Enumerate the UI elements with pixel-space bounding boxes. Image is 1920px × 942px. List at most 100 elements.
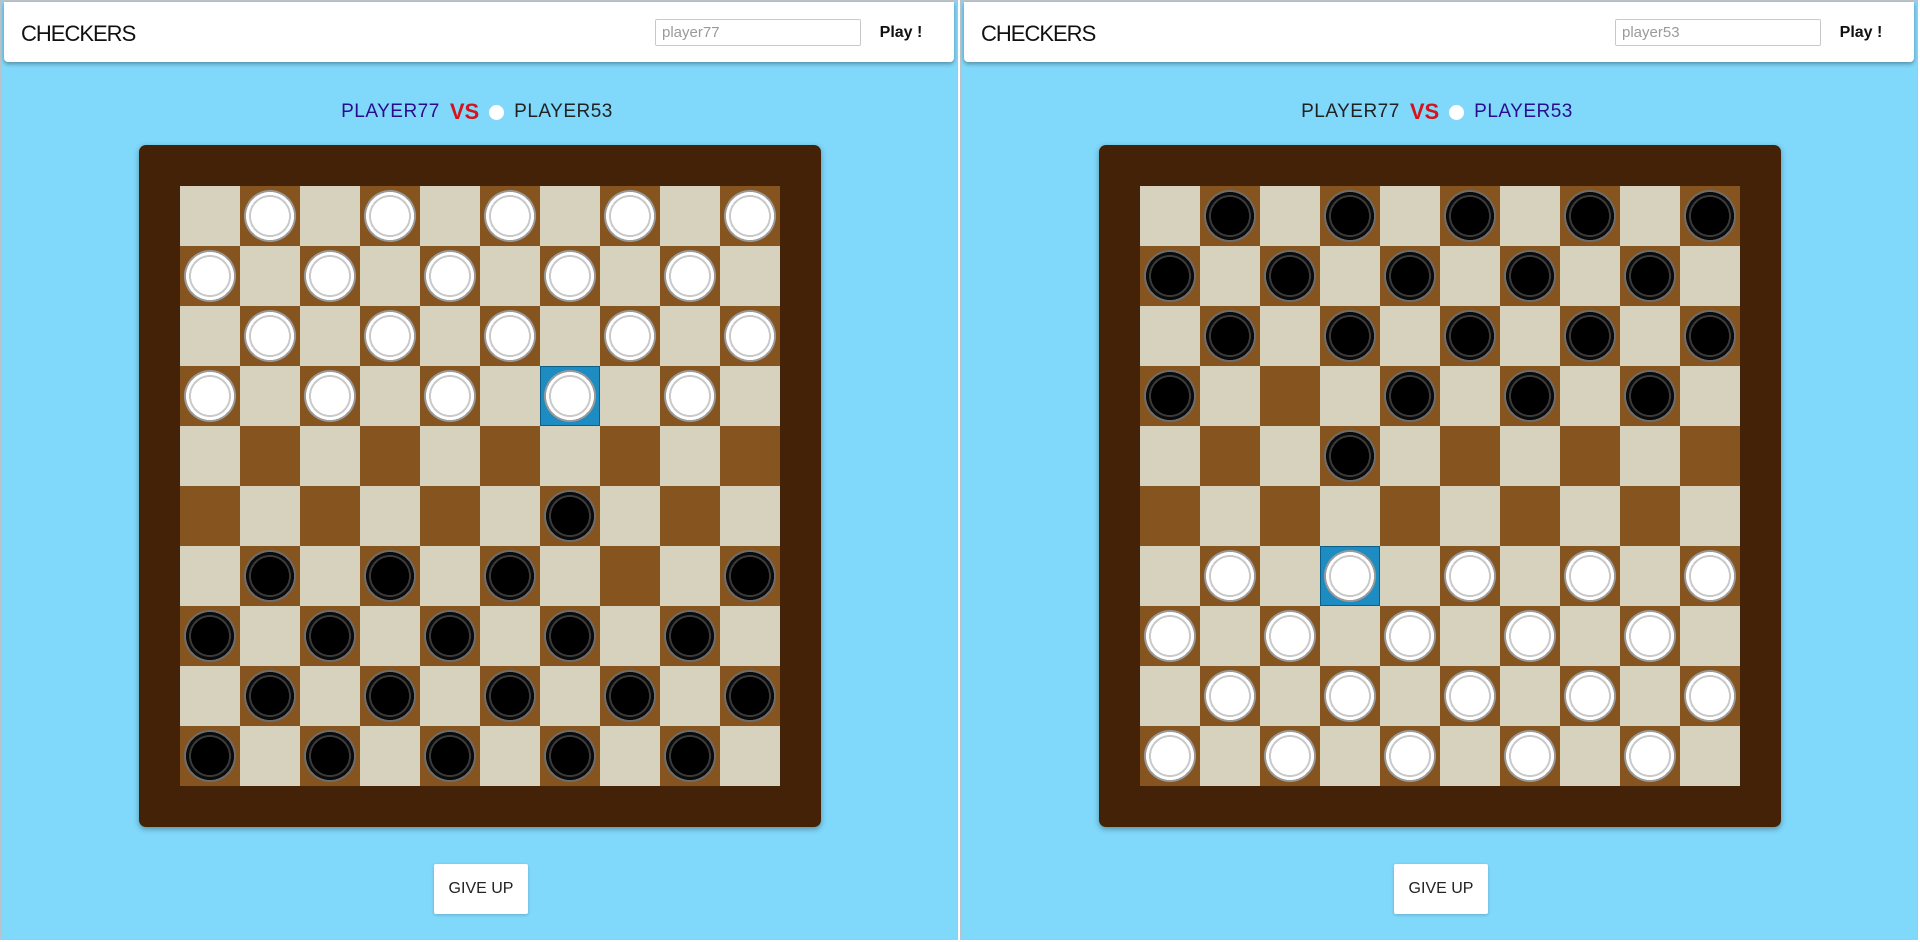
board-square[interactable] [1140,246,1200,306]
white-piece[interactable] [1384,730,1436,782]
black-piece[interactable] [724,670,776,722]
board-square[interactable] [1560,426,1620,486]
board-square[interactable] [1620,546,1680,606]
board-square[interactable] [1500,606,1560,666]
white-piece[interactable] [664,370,716,422]
white-piece[interactable] [424,250,476,302]
board-square[interactable] [180,186,240,246]
board-square[interactable] [1620,666,1680,726]
board-square[interactable] [1440,486,1500,546]
board-square[interactable] [420,426,480,486]
white-piece[interactable] [364,310,416,362]
board-square[interactable] [300,726,360,786]
board-square[interactable] [1440,606,1500,666]
board-square[interactable] [180,306,240,366]
board-square[interactable] [480,186,540,246]
board-square[interactable] [240,666,300,726]
white-piece[interactable] [484,310,536,362]
board-square[interactable] [600,186,660,246]
black-piece[interactable] [724,550,776,602]
board-square[interactable] [180,726,240,786]
black-piece[interactable] [1504,250,1556,302]
board-square[interactable] [180,486,240,546]
board-square[interactable] [480,606,540,666]
board-square[interactable] [720,426,780,486]
black-piece[interactable] [184,730,236,782]
white-piece[interactable] [1324,550,1376,602]
board-square[interactable] [1380,486,1440,546]
board-square[interactable] [1380,726,1440,786]
board-square[interactable] [1200,306,1260,366]
board-square[interactable] [1680,486,1740,546]
white-piece[interactable] [244,190,296,242]
board-square[interactable] [660,306,720,366]
board-square[interactable] [420,546,480,606]
board-square[interactable] [600,426,660,486]
board-square[interactable] [1200,486,1260,546]
white-piece[interactable] [1624,610,1676,662]
board-square[interactable] [600,606,660,666]
board-square[interactable] [300,486,360,546]
board-square[interactable] [420,366,480,426]
board-square[interactable] [180,606,240,666]
white-piece[interactable] [1684,670,1736,722]
board-square[interactable] [1380,426,1440,486]
board-square[interactable] [1560,726,1620,786]
board-square[interactable] [660,426,720,486]
board-square[interactable] [300,546,360,606]
black-piece[interactable] [664,610,716,662]
white-piece[interactable] [1204,670,1256,722]
board-square[interactable] [300,366,360,426]
board-square[interactable] [1680,606,1740,666]
board-square[interactable] [1680,246,1740,306]
board-square[interactable] [240,186,300,246]
white-piece[interactable] [1324,670,1376,722]
white-piece[interactable] [604,310,656,362]
board-square[interactable] [660,546,720,606]
board-square[interactable] [180,666,240,726]
board-square[interactable] [1500,426,1560,486]
board-square[interactable] [1260,186,1320,246]
board-square[interactable] [1380,606,1440,666]
board-square[interactable] [1320,726,1380,786]
board-square[interactable] [1440,186,1500,246]
white-piece[interactable] [184,370,236,422]
board-square[interactable] [180,246,240,306]
white-piece[interactable] [1144,730,1196,782]
player-name-input[interactable] [655,19,861,46]
board-square[interactable] [1320,186,1380,246]
board-square[interactable] [660,666,720,726]
board-square[interactable] [1560,306,1620,366]
black-piece[interactable] [1324,430,1376,482]
board-square[interactable] [1140,606,1200,666]
black-piece[interactable] [484,670,536,722]
black-piece[interactable] [1324,190,1376,242]
board-square[interactable] [480,366,540,426]
board-square[interactable] [1200,366,1260,426]
board-square[interactable] [1440,546,1500,606]
board-square[interactable] [1200,546,1260,606]
white-piece[interactable] [1264,610,1316,662]
board-square[interactable] [420,606,480,666]
black-piece[interactable] [1444,190,1496,242]
board-square[interactable] [1320,606,1380,666]
black-piece[interactable] [424,610,476,662]
board-square[interactable] [1140,366,1200,426]
board-square[interactable] [1320,486,1380,546]
white-piece[interactable] [604,190,656,242]
board-square[interactable] [1440,426,1500,486]
board-square[interactable] [540,726,600,786]
board-square[interactable] [480,546,540,606]
board-square[interactable] [360,546,420,606]
white-piece[interactable] [724,310,776,362]
board-square[interactable] [1500,726,1560,786]
board-square[interactable] [720,666,780,726]
board-square[interactable] [600,246,660,306]
black-piece[interactable] [304,610,356,662]
board-square[interactable] [1620,306,1680,366]
white-piece[interactable] [1684,550,1736,602]
white-piece[interactable] [424,370,476,422]
black-piece[interactable] [364,550,416,602]
board-square[interactable] [1260,606,1320,666]
black-piece[interactable] [1564,190,1616,242]
